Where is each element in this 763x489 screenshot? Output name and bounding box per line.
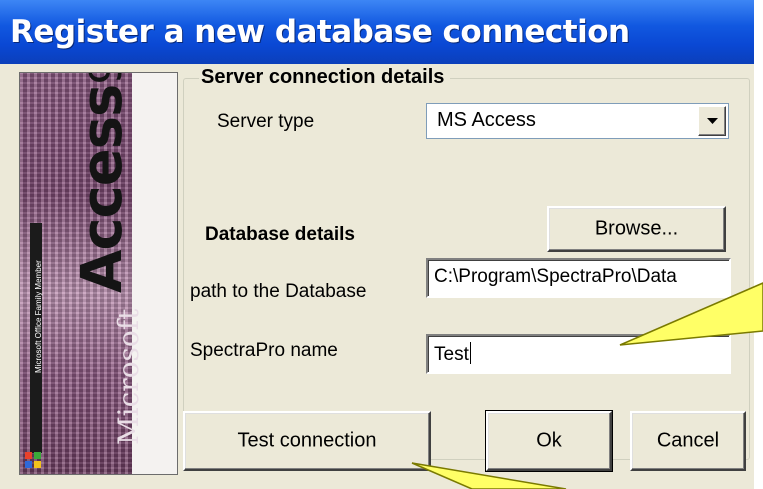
- cancel-button-label: Cancel: [656, 429, 720, 452]
- box-product-name: Access: [70, 84, 135, 293]
- browse-button-label: Browse...: [594, 217, 679, 240]
- database-path-value: C:\Program\SpectraPro\Data: [434, 266, 677, 287]
- server-type-value: MS Access: [437, 109, 536, 131]
- groupbox-legend: Server connection details: [199, 66, 451, 89]
- database-path-field[interactable]: C:\Program\SpectraPro\Data: [426, 258, 731, 298]
- database-details-heading: Database details: [205, 224, 355, 245]
- windows-logo-icon: [25, 452, 41, 468]
- test-connection-label: Test connection: [237, 429, 377, 452]
- server-type-label: Server type: [217, 111, 315, 132]
- server-type-select[interactable]: MS Access: [426, 103, 729, 139]
- spectrapro-name-value-wrap: Test: [434, 342, 471, 366]
- box-brand-access: Access97: [70, 73, 135, 293]
- spectrapro-name-field[interactable]: Test: [426, 334, 731, 374]
- spectrapro-name-label: SpectraPro name: [190, 340, 338, 361]
- test-connection-button[interactable]: Test connection: [183, 411, 431, 471]
- chevron-down-icon: [707, 118, 718, 124]
- box-brand-microsoft: Microsoft: [112, 308, 145, 445]
- access97-box-image: Microsoft Office Family Member Microsoft…: [19, 72, 178, 475]
- dialog-window: Register a new database connection Micro…: [0, 0, 754, 489]
- title-bar[interactable]: Register a new database connection: [0, 0, 754, 65]
- text-caret: [469, 342, 471, 364]
- ok-button-label: Ok: [536, 429, 562, 452]
- box-version: 97: [81, 73, 132, 85]
- window-title: Register a new database connection: [10, 14, 630, 50]
- box-brand: Microsoft Office Family Member Microsoft…: [20, 73, 177, 474]
- database-path-label: path to the Database: [190, 281, 367, 302]
- spectrapro-name-value: Test: [434, 344, 469, 365]
- browse-button[interactable]: Browse...: [547, 206, 726, 252]
- box-tagline: Microsoft Office Family Member: [34, 260, 43, 373]
- ok-button[interactable]: Ok: [485, 410, 613, 472]
- cancel-button[interactable]: Cancel: [630, 411, 746, 471]
- server-type-dropdown-button[interactable]: [698, 106, 726, 136]
